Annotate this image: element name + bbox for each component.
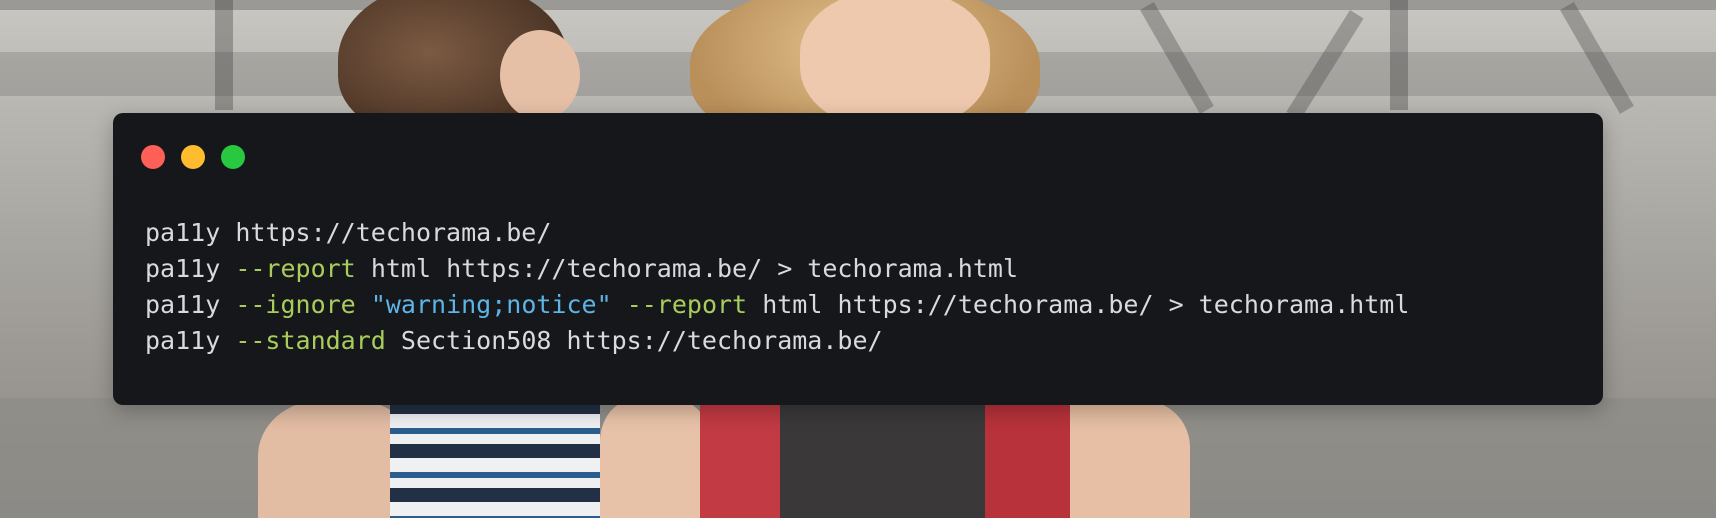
code-line: pa11y https://techorama.be/ <box>145 215 1409 251</box>
option-flag: --standard <box>235 326 386 355</box>
option-flag: --report <box>235 254 356 283</box>
maximize-window-icon[interactable] <box>221 145 245 169</box>
person-right-face <box>800 0 990 130</box>
argument: Section508 https://techorama.be/ <box>400 326 883 355</box>
option-flag: --report <box>626 290 748 319</box>
person-arm <box>600 400 710 518</box>
terminal-window: pa11y https://techorama.be/pa11y --repor… <box>113 113 1603 405</box>
code-line: pa11y --ignore "warning;notice" --report… <box>145 287 1409 323</box>
dark-top <box>780 400 990 518</box>
command: pa11y <box>145 290 221 319</box>
argument: html https://techorama.be/ > techorama.h… <box>370 254 1019 283</box>
code-block: pa11y https://techorama.be/pa11y --repor… <box>145 215 1409 359</box>
argument: https://techorama.be/ <box>235 218 552 247</box>
minimize-window-icon[interactable] <box>181 145 205 169</box>
command: pa11y <box>145 326 221 355</box>
photo-pillar <box>215 0 233 110</box>
striped-shirt <box>390 400 600 518</box>
red-scarf <box>700 400 790 518</box>
argument: html https://techorama.be/ > techorama.h… <box>762 290 1410 319</box>
photo-pillar <box>1390 0 1408 110</box>
window-controls <box>141 145 245 169</box>
command: pa11y <box>145 254 221 283</box>
string-literal: "warning;notice" <box>370 290 612 319</box>
person-right-arm <box>1070 400 1190 518</box>
person-left-face <box>500 30 580 120</box>
code-line: pa11y --report html https://techorama.be… <box>145 251 1409 287</box>
close-window-icon[interactable] <box>141 145 165 169</box>
code-line: pa11y --standard Section508 https://tech… <box>145 323 1409 359</box>
command: pa11y <box>145 218 221 247</box>
option-flag: --ignore <box>235 290 356 319</box>
